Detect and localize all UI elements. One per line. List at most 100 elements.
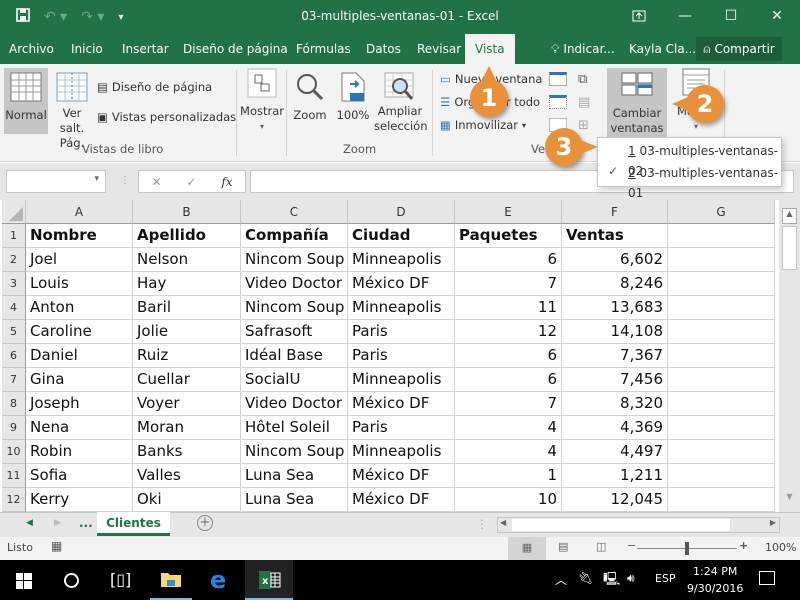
data-cell[interactable]: Nincom Soup (241, 296, 348, 320)
zoom-to-selection-button[interactable]: Ampliar selección (374, 72, 428, 134)
header-cell[interactable]: Compañía (241, 224, 348, 248)
macro-recording-icon[interactable]: ▦ (51, 539, 62, 553)
data-cell[interactable]: Hay (133, 272, 241, 296)
more-sheets-button[interactable]: ... (79, 516, 93, 530)
data-cell[interactable]: Anton (26, 296, 133, 320)
zoom-in-icon[interactable]: + (739, 539, 748, 552)
data-cell[interactable] (668, 272, 775, 296)
data-cell[interactable]: Minneapolis (348, 368, 455, 392)
name-box[interactable]: ▾ (6, 170, 106, 193)
data-cell[interactable] (668, 368, 775, 392)
data-cell[interactable]: Minneapolis (348, 248, 455, 272)
data-cell[interactable]: SocialU (241, 368, 348, 392)
column-header-a[interactable]: A (26, 200, 133, 224)
select-all-corner[interactable] (2, 200, 26, 224)
data-cell[interactable]: Hôtel Soleil (241, 416, 348, 440)
data-cell[interactable]: Paris (348, 344, 455, 368)
tab-archivo[interactable]: Archivo (9, 42, 54, 56)
data-cell[interactable]: Minneapolis (348, 440, 455, 464)
row-header[interactable]: 5 (2, 320, 26, 344)
normal-view-button[interactable]: Normal (4, 68, 48, 134)
tab-formulas[interactable]: Fórmulas (296, 42, 351, 56)
data-cell[interactable]: 6 (455, 248, 562, 272)
scroll-thumb[interactable] (782, 226, 797, 270)
split-icon[interactable] (549, 72, 567, 86)
column-header-c[interactable]: C (241, 200, 348, 224)
column-header-b[interactable]: B (133, 200, 241, 224)
data-cell[interactable]: Voyer (133, 392, 241, 416)
data-cell[interactable]: México DF (348, 464, 455, 488)
tab-revisar[interactable]: Revisar (417, 42, 461, 56)
column-header-f[interactable]: F (562, 200, 668, 224)
data-cell[interactable]: Luna Sea (241, 488, 348, 512)
data-cell[interactable]: Video Doctor (241, 392, 348, 416)
scroll-right-icon[interactable]: ▶ (770, 518, 776, 527)
data-cell[interactable]: Valles (133, 464, 241, 488)
data-cell[interactable] (668, 248, 775, 272)
data-cell[interactable]: 14,108 (562, 320, 668, 344)
data-cell[interactable] (668, 392, 775, 416)
add-sheet-icon[interactable]: + (197, 515, 213, 531)
header-cell[interactable]: Apellido (133, 224, 241, 248)
data-cell[interactable]: 11 (455, 296, 562, 320)
action-center-icon[interactable] (759, 571, 775, 585)
data-cell[interactable]: Nena (26, 416, 133, 440)
task-view-icon[interactable]: [▯] (110, 570, 131, 589)
data-cell[interactable]: 1,211 (562, 464, 668, 488)
user-account[interactable]: Kayla Cla... (629, 42, 696, 56)
data-cell[interactable] (668, 296, 775, 320)
row-header[interactable]: 11 (2, 464, 26, 488)
data-cell[interactable]: Video Doctor (241, 272, 348, 296)
data-cell[interactable]: Paris (348, 320, 455, 344)
data-cell[interactable]: Nelson (133, 248, 241, 272)
data-cell[interactable]: Louis (26, 272, 133, 296)
column-header-d[interactable]: D (348, 200, 455, 224)
data-cell[interactable]: Kerry (26, 488, 133, 512)
data-cell[interactable]: 12 (455, 320, 562, 344)
scroll-sheets-right-icon[interactable]: ▶ (54, 518, 61, 528)
data-cell[interactable] (668, 320, 775, 344)
share-button[interactable]: ⍝ Compartir (696, 37, 782, 61)
data-cell[interactable]: 7,367 (562, 344, 668, 368)
data-cell[interactable]: Paris (348, 416, 455, 440)
tell-me[interactable]: 💡︎ Indicar... (551, 42, 615, 57)
data-cell[interactable] (668, 488, 775, 512)
zoom-slider-thumb[interactable] (685, 542, 689, 555)
data-cell[interactable]: Minneapolis (348, 296, 455, 320)
data-cell[interactable]: 8,320 (562, 392, 668, 416)
cancel-icon[interactable]: ✕ (151, 175, 161, 189)
row-header[interactable]: 3 (2, 272, 26, 296)
data-cell[interactable]: Luna Sea (241, 464, 348, 488)
row-header[interactable]: 10 (2, 440, 26, 464)
data-cell[interactable]: Caroline (26, 320, 133, 344)
data-cell[interactable]: 1 (455, 464, 562, 488)
resize-handle[interactable]: ⋮ (120, 175, 130, 186)
data-cell[interactable]: 10 (455, 488, 562, 512)
data-cell[interactable]: Moran (133, 416, 241, 440)
hide-window-icon[interactable] (549, 95, 567, 109)
data-cell[interactable]: 6 (455, 368, 562, 392)
data-cell[interactable]: Joel (26, 248, 133, 272)
zoom-button[interactable]: Zoom (291, 72, 329, 123)
close-icon[interactable]: ✕ (754, 0, 800, 32)
synchronous-scrolling-icon[interactable]: ▤ (578, 95, 590, 110)
vertical-scrollbar[interactable]: ▲ ▼ (779, 200, 800, 512)
data-cell[interactable] (668, 440, 775, 464)
row-header[interactable]: 6 (2, 344, 26, 368)
language-indicator[interactable]: ESP (655, 572, 676, 585)
data-cell[interactable]: Nincom Soup (241, 440, 348, 464)
enter-icon[interactable]: ✓ (186, 175, 196, 189)
page-layout-button[interactable]: ▤ Diseño de página (97, 80, 212, 94)
clock[interactable]: 1:24 PM 9/30/2016 (687, 563, 743, 597)
data-cell[interactable]: 7 (455, 272, 562, 296)
show-hidden-icons[interactable]: ︿ (555, 571, 567, 588)
column-header-e[interactable]: E (455, 200, 562, 224)
data-cell[interactable]: Oki (133, 488, 241, 512)
tab-split-handle[interactable]: ⋮ (476, 517, 488, 531)
tab-inicio[interactable]: Inicio (71, 42, 103, 56)
file-explorer-taskbar[interactable] (150, 560, 192, 600)
tab-insertar[interactable]: Insertar (122, 42, 169, 56)
tab-diseno-pagina[interactable]: Diseño de página (183, 42, 288, 56)
scroll-down-icon[interactable]: ▼ (782, 492, 797, 508)
tab-datos[interactable]: Datos (366, 42, 401, 56)
